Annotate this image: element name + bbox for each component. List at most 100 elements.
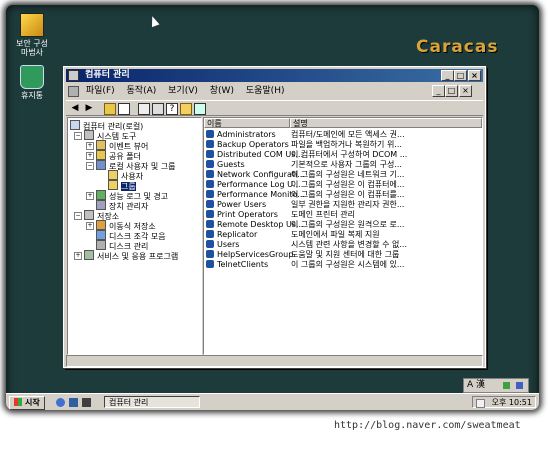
table-row[interactable]: TelnetClients 이 그룹의 구성원은 시스템에 있... xyxy=(204,260,482,270)
table-row[interactable]: Backup Operators 파일을 백업하거나 복원하기 위... xyxy=(204,140,482,150)
column-header-description[interactable]: 설명 xyxy=(290,118,482,128)
properties-icon[interactable] xyxy=(152,103,164,115)
desktop-icon-security-wizard[interactable]: 보안 구성 마법사 xyxy=(12,13,52,57)
table-row[interactable]: Replicator 도메인에서 파일 복제 지원 xyxy=(204,230,482,240)
table-row[interactable]: Administrators 컴퓨터/도메인에 모든 액세스 권... xyxy=(204,130,482,140)
tree-item-selected[interactable]: 그룹 xyxy=(108,180,136,191)
menu-window[interactable]: 창(W) xyxy=(210,86,234,96)
table-row[interactable]: Print Operators 도메인 프린터 관리 xyxy=(204,210,482,220)
menu-action[interactable]: 동작(A) xyxy=(127,86,157,96)
collapse-icon[interactable]: − xyxy=(86,162,94,170)
group-name-cell: Performance Log U... xyxy=(206,180,301,190)
group-description: 이 컴퓨터에서 구성하여 DCOM ... xyxy=(291,150,408,159)
show-desktop-icon[interactable] xyxy=(69,398,78,407)
expand-icon[interactable]: + xyxy=(86,222,94,230)
group-description: 이 그룹의 구성원은 시스템에 있... xyxy=(291,260,405,269)
inner-close-button[interactable]: × xyxy=(459,85,472,97)
desktop-title: Caracas xyxy=(416,37,499,57)
help-icon[interactable] xyxy=(516,382,523,389)
tree-item[interactable]: 서비스 및 응용 프로그램 xyxy=(84,250,179,261)
table-row[interactable]: Performance Monito... 이 그룹의 구성원은 이 컴퓨터를..… xyxy=(204,190,482,200)
collapse-icon[interactable]: − xyxy=(74,132,82,140)
watermark-url: http://blog.naver.com/sweatmeat xyxy=(334,420,521,431)
language-indicator[interactable]: A 漢 xyxy=(467,380,485,390)
minimize-button[interactable]: _ xyxy=(441,70,454,81)
taskbar-button-computer-management[interactable]: 컴퓨터 관리 xyxy=(104,396,200,408)
tree-item[interactable]: 공유 폴더 xyxy=(96,150,141,161)
group-icon xyxy=(206,150,214,158)
view-icon[interactable] xyxy=(194,103,206,115)
menu-file[interactable]: 파일(F) xyxy=(86,86,115,96)
group-name-cell: Backup Operators xyxy=(206,140,289,150)
group-name-cell: Replicator xyxy=(206,230,257,240)
language-bar[interactable]: A 漢 xyxy=(463,378,529,393)
tree-item[interactable]: 시스템 도구 xyxy=(84,130,136,141)
computer-management-window: 컴퓨터 관리 _ □ × 파일(F) 동작(A) 보기(V) 창(W) 도움말(… xyxy=(63,66,486,368)
users-groups-icon xyxy=(96,160,106,170)
volume-icon[interactable] xyxy=(476,399,485,408)
desktop: Caracas 보안 구성 마법사 휴지통 컴퓨터 관리 _ □ × 파일(F)… xyxy=(6,5,539,410)
tree-item[interactable]: 디스크 조각 모음 xyxy=(96,230,166,241)
group-name: Users xyxy=(217,240,240,249)
window-titlebar[interactable]: 컴퓨터 관리 _ □ × xyxy=(66,69,483,82)
back-icon[interactable]: ◀ xyxy=(70,103,80,113)
group-name-cell: Users xyxy=(206,240,239,250)
command-prompt-icon[interactable] xyxy=(82,398,91,407)
desktop-icon-label: 보안 구성 마법사 xyxy=(16,39,48,57)
column-header-name[interactable]: 이름 xyxy=(204,118,290,128)
group-name-cell: Guests xyxy=(206,160,245,170)
tree-item[interactable]: 로컬 사용자 및 그룹 xyxy=(96,160,176,171)
tree-item-label: 서비스 및 응용 프로그램 xyxy=(97,252,179,261)
clock[interactable]: 오후 10:51 xyxy=(492,398,532,407)
expand-icon[interactable]: + xyxy=(86,192,94,200)
collapse-icon[interactable]: − xyxy=(74,212,82,220)
internet-explorer-icon[interactable] xyxy=(56,398,65,407)
window-title: 컴퓨터 관리 xyxy=(85,70,130,80)
tree-item[interactable]: 컴퓨터 관리(로컬) xyxy=(70,120,143,131)
console-tree-icon[interactable] xyxy=(118,103,130,115)
tree-item[interactable]: 성능 로그 및 경고 xyxy=(96,190,168,201)
tree-item[interactable]: 저장소 xyxy=(84,210,119,221)
forward-icon[interactable]: ▶ xyxy=(84,103,94,113)
shared-folder-icon xyxy=(96,150,106,160)
start-button[interactable]: 시작 xyxy=(9,396,45,410)
group-description: 일부 권한을 지원한 관리자 권한... xyxy=(291,200,405,209)
mmc-icon xyxy=(68,86,79,97)
maximize-button[interactable]: □ xyxy=(454,70,467,81)
group-name: Performance Log U... xyxy=(217,180,301,189)
tree-item[interactable]: 사용자 xyxy=(108,170,143,181)
desktop-icon-recycle-bin[interactable]: 휴지통 xyxy=(12,65,52,100)
expand-icon[interactable]: + xyxy=(74,252,82,260)
menu-view[interactable]: 보기(V) xyxy=(168,86,198,96)
ime-icon[interactable] xyxy=(503,382,510,389)
inner-restore-button[interactable]: □ xyxy=(445,85,458,97)
group-name: HelpServicesGroup xyxy=(217,250,294,259)
table-row[interactable]: Power Users 일부 권한을 지원한 관리자 권한... xyxy=(204,200,482,210)
up-folder-icon[interactable] xyxy=(104,103,116,115)
table-row[interactable]: Performance Log U... 이 그룹의 구성원은 이 컴퓨터에... xyxy=(204,180,482,190)
export-icon[interactable] xyxy=(138,103,150,115)
close-button[interactable]: × xyxy=(468,70,481,81)
tree-item[interactable]: 이벤트 뷰어 xyxy=(96,140,148,151)
new-icon[interactable] xyxy=(180,103,192,115)
expand-icon[interactable]: + xyxy=(86,142,94,150)
table-row[interactable]: Users 시스템 관련 사항을 변경할 수 없... xyxy=(204,240,482,250)
menu-help[interactable]: 도움말(H) xyxy=(246,86,285,96)
table-row[interactable]: Guests 기본적으로 사용자 그룹의 구성... xyxy=(204,160,482,170)
tree-item[interactable]: 이동식 저장소 xyxy=(96,220,156,231)
tree-item[interactable]: 장치 관리자 xyxy=(96,200,148,211)
inner-minimize-button[interactable]: _ xyxy=(432,85,445,97)
tree-item[interactable]: 디스크 관리 xyxy=(96,240,148,251)
help-icon[interactable]: ? xyxy=(166,103,178,115)
table-row[interactable]: Distributed COM Us... 이 컴퓨터에서 구성하여 DCOM .… xyxy=(204,150,482,160)
table-row[interactable]: Network Configurati... 이 그룹의 구성원은 네트워크 기.… xyxy=(204,170,482,180)
group-description: 기본적으로 사용자 그룹의 구성... xyxy=(291,160,402,169)
recycle-bin-icon xyxy=(20,65,44,89)
device-manager-icon xyxy=(96,200,106,210)
group-icon xyxy=(206,200,214,208)
table-row[interactable]: Remote Desktop Us... 이 그룹의 구성원은 원격으로 로... xyxy=(204,220,482,230)
event-viewer-icon xyxy=(96,140,106,150)
expand-icon[interactable]: + xyxy=(86,152,94,160)
table-row[interactable]: HelpServicesGroup 도움말 및 지원 센터에 대한 그룹 xyxy=(204,250,482,260)
group-name-cell: Print Operators xyxy=(206,210,278,220)
